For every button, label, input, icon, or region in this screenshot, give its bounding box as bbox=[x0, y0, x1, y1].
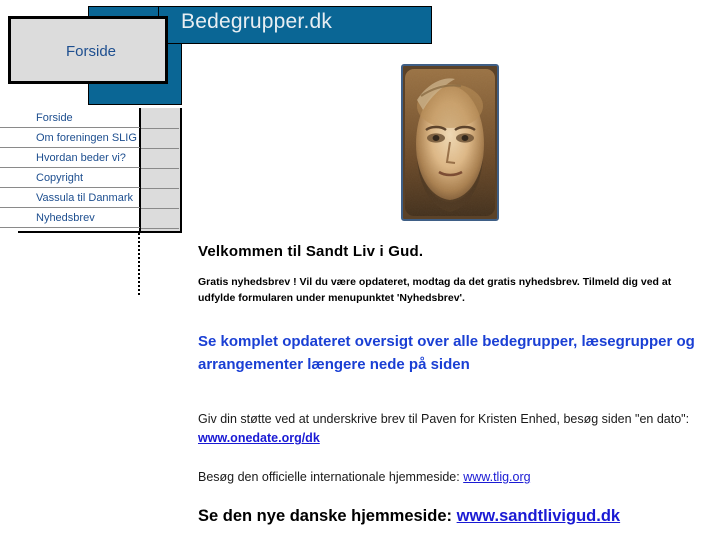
menu-item-om-foreningen-slig[interactable]: Om foreningen SLIG bbox=[0, 128, 140, 148]
menu-item-vassula-til-danmark[interactable]: Vassula til Danmark bbox=[0, 188, 140, 208]
menu-row-separator bbox=[141, 228, 179, 229]
newsletter-paragraph: Gratis nyhedsbrev ! Vil du være opdatere… bbox=[198, 276, 672, 304]
menu-item-label: Vassula til Danmark bbox=[36, 192, 133, 204]
overview-heading: Se komplet opdateret oversigt over alle … bbox=[198, 333, 695, 373]
menu-row-separator bbox=[141, 128, 179, 129]
menu-item-hvordan-beder-vi[interactable]: Hvordan beder vi? bbox=[0, 148, 140, 168]
menu-row-separator bbox=[141, 208, 179, 209]
onedate-link[interactable]: www.onedate.org/dk bbox=[198, 431, 320, 445]
welcome-heading: Velkommen til Sandt Liv i Gud. bbox=[198, 243, 424, 260]
site-title: Bedegrupper.dk bbox=[181, 10, 333, 33]
support-paragraph: Giv din støtte ved at underskrive brev t… bbox=[198, 410, 710, 448]
menu-item-label: Copyright bbox=[36, 172, 84, 184]
menu-dotted-connector bbox=[138, 233, 140, 295]
menu-bottom-rule bbox=[18, 231, 182, 233]
menu-list: Forside Om foreningen SLIG Hvordan beder v… bbox=[0, 108, 140, 228]
menu-item-nyhedsbrev[interactable]: Nyhedsbrev bbox=[0, 208, 140, 228]
new-site-heading: Se den nye danske hjemmeside: www.sandtl… bbox=[198, 507, 710, 526]
forside-tab-label: Forside bbox=[66, 43, 117, 60]
site-banner: Bedegrupper.dk bbox=[158, 6, 432, 44]
menu-item-copyright[interactable]: Copyright bbox=[0, 168, 140, 188]
sandtlivigud-link[interactable]: www.sandtlivigud.dk bbox=[457, 507, 621, 525]
tlig-link[interactable]: www.tlig.org bbox=[463, 470, 530, 484]
menu-item-forside[interactable]: Forside bbox=[0, 108, 140, 128]
menu-item-label: Hvordan beder vi? bbox=[36, 152, 126, 164]
menu-row-separator bbox=[141, 168, 179, 169]
portrait-graphic bbox=[403, 66, 497, 219]
official-site-paragraph: Besøg den officielle internationale hjem… bbox=[198, 468, 710, 487]
holy-face-of-jesus-image bbox=[401, 64, 499, 221]
main-content: Velkommen til Sandt Liv i Gud. Gratis ny… bbox=[198, 243, 710, 526]
support-text: Giv din støtte ved at underskrive brev t… bbox=[198, 412, 690, 426]
menu-item-label: Forside bbox=[36, 112, 73, 124]
menu-grey-column bbox=[140, 108, 182, 233]
official-site-text: Besøg den officielle internationale hjem… bbox=[198, 470, 464, 484]
new-site-text: Se den nye danske hjemmeside: bbox=[198, 507, 457, 525]
sidebar-nav: Forside Om foreningen SLIG Hvordan beder v… bbox=[0, 108, 182, 233]
menu-row-separator bbox=[141, 188, 179, 189]
menu-item-label: Om foreningen SLIG bbox=[36, 132, 137, 144]
menu-item-label: Nyhedsbrev bbox=[36, 212, 95, 224]
forside-tab-box[interactable]: Forside bbox=[8, 16, 168, 84]
menu-row-separator bbox=[141, 148, 179, 149]
